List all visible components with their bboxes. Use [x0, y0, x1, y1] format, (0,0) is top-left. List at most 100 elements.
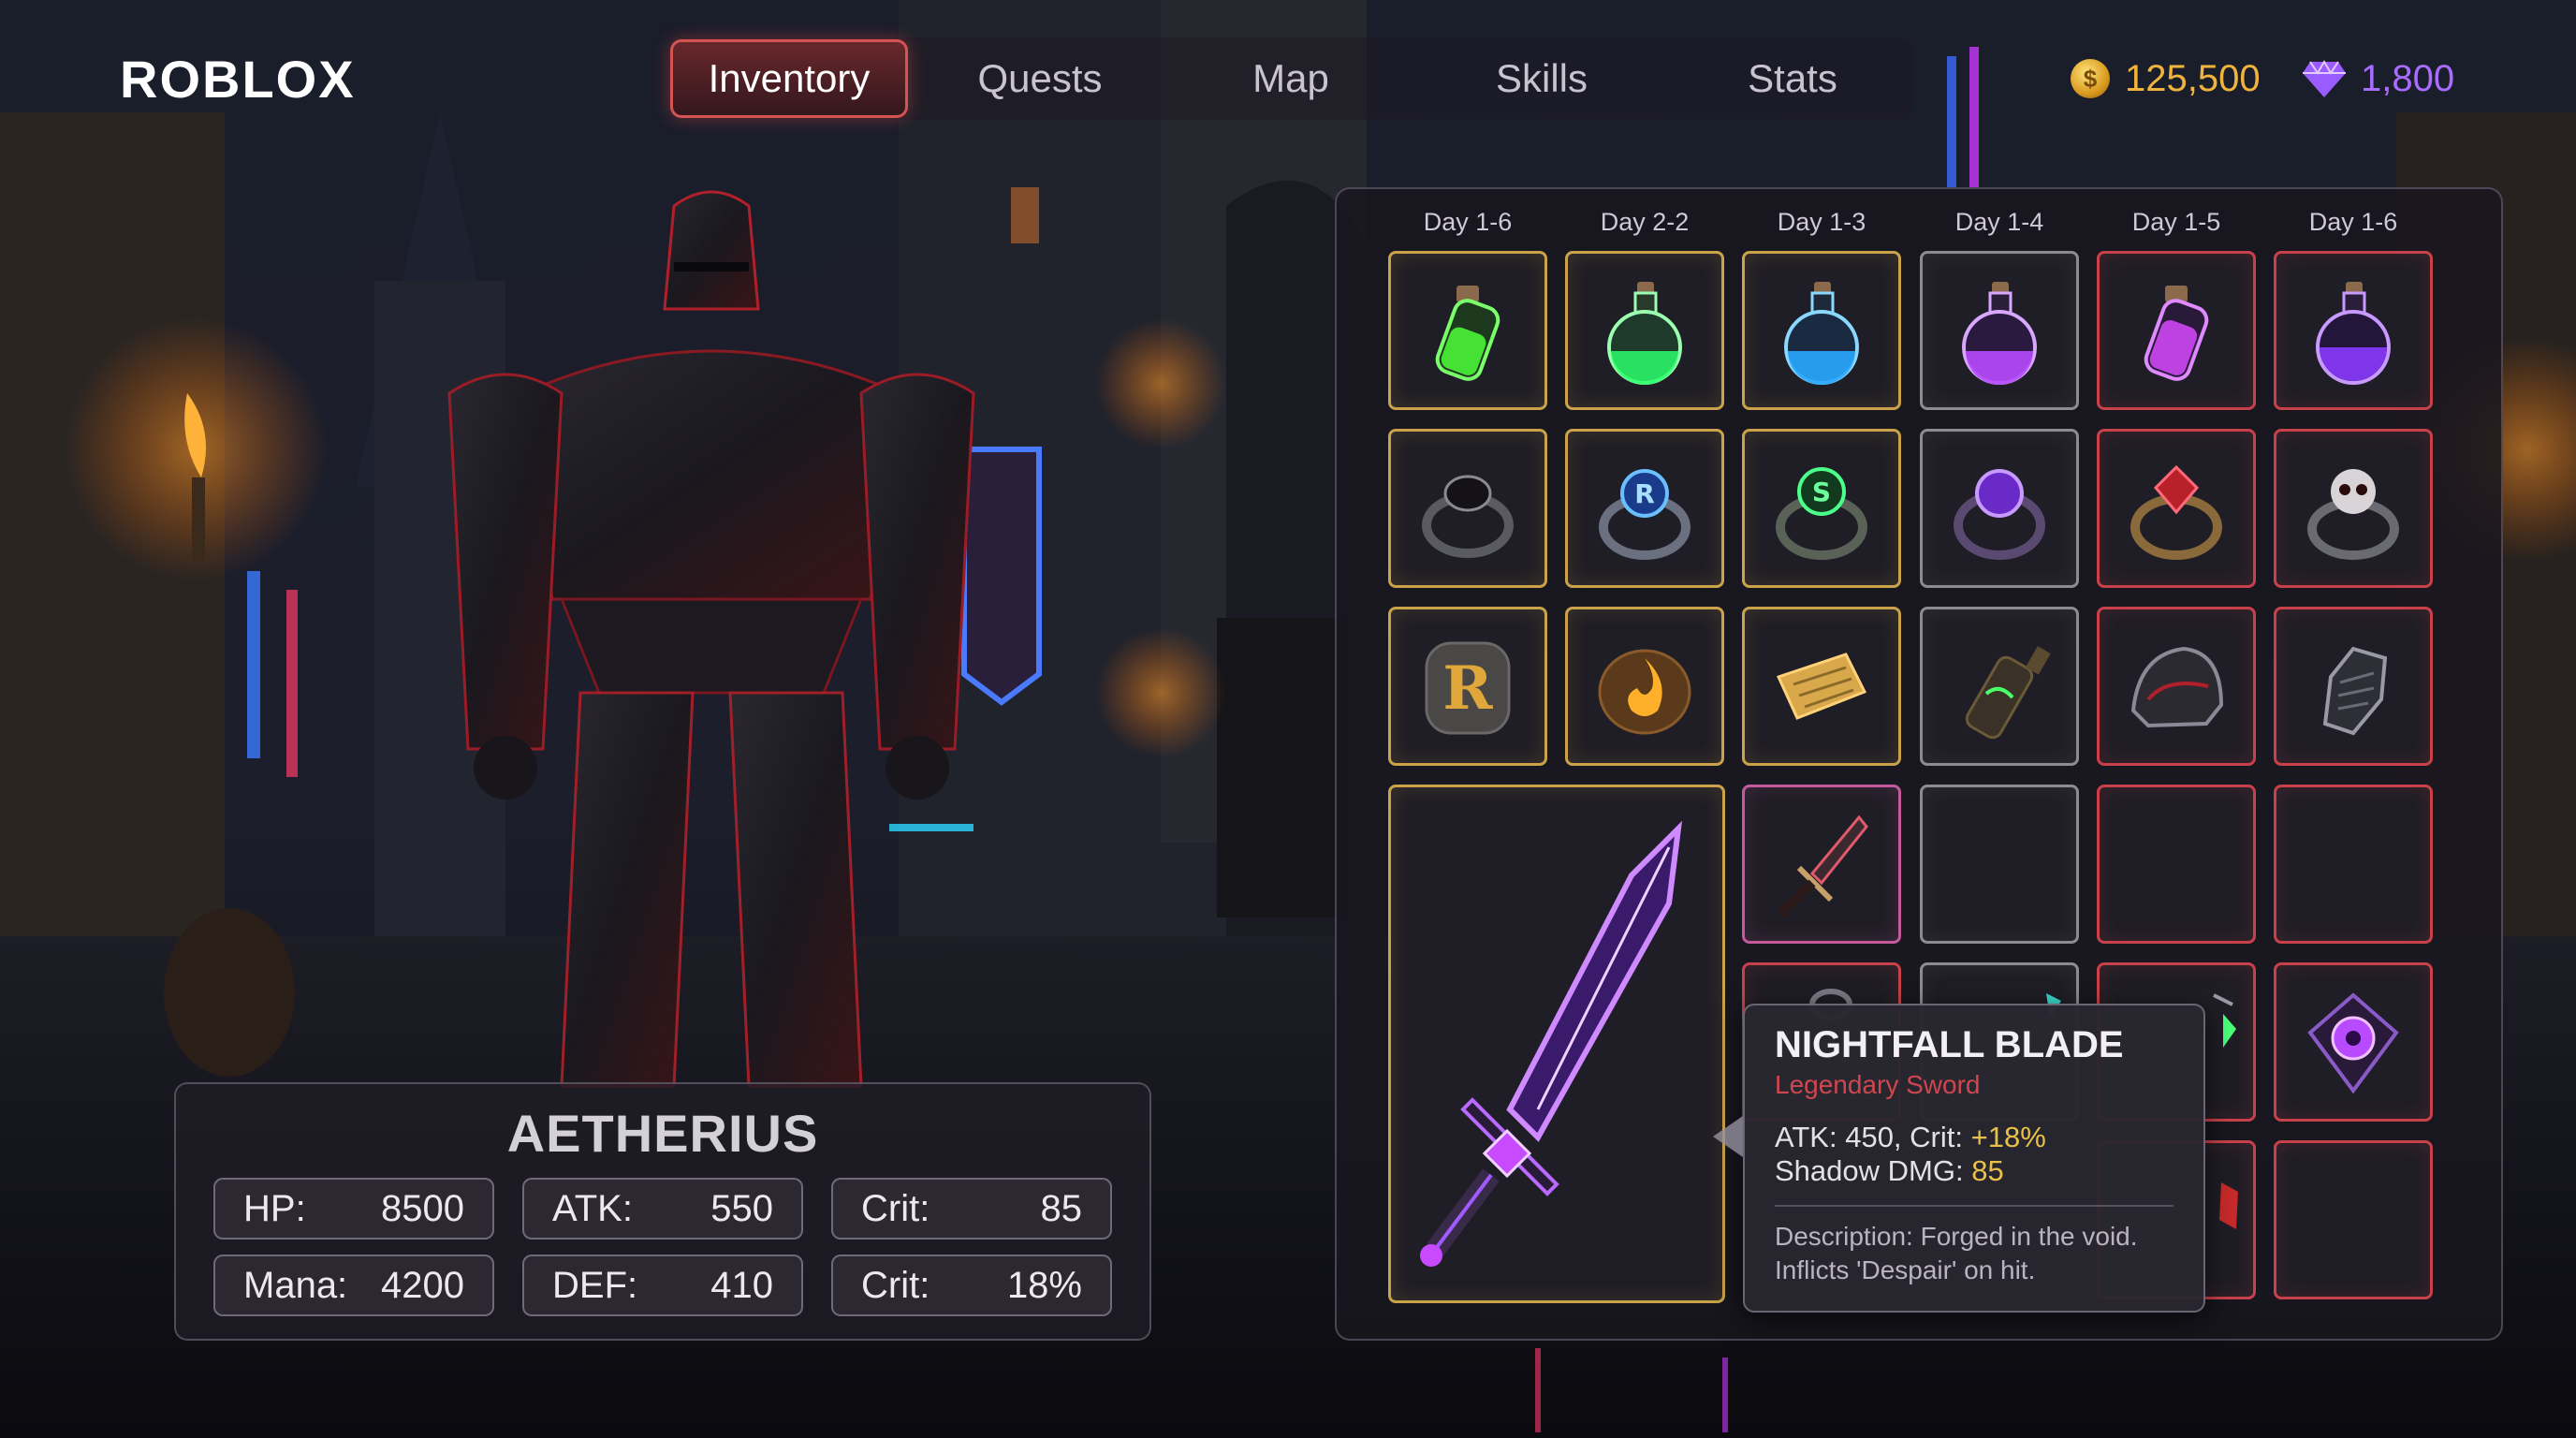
inventory-slot-cursed-bottle[interactable] — [1920, 607, 2079, 766]
inventory-slot-empty[interactable] — [2274, 785, 2433, 944]
stat-label: ATK: — [552, 1187, 633, 1229]
inventory-slot-blue-potion-flask[interactable] — [1742, 251, 1901, 410]
tooltip-divider — [1775, 1205, 2174, 1207]
void-amulet-icon — [2307, 992, 2399, 1094]
blue-rune-ring-icon: R — [1599, 469, 1690, 560]
purple-sword-icon — [1420, 820, 1683, 1267]
cursed-bottle-icon — [1965, 646, 2051, 740]
inventory-slot-shoulder-pauldron[interactable] — [2097, 607, 2256, 766]
gold-coin-icon: $ — [2071, 59, 2110, 98]
stat-value: 85 — [1040, 1187, 1083, 1229]
purple-potion-flask-icon — [1962, 282, 2037, 385]
column-header: Day 1-3 — [1777, 208, 1866, 236]
amethyst-ring-icon — [1954, 469, 2045, 560]
inventory-slot-ancient-scroll[interactable] — [1742, 607, 1901, 766]
tooltip-shadow-value: 85 — [1971, 1154, 2004, 1187]
svg-text:R: R — [1442, 653, 1493, 724]
green-potion-flask-icon — [1607, 282, 1682, 385]
stat-mana: Mana: 4200 — [213, 1255, 494, 1316]
tooltip-atk-line: ATK: 450, Crit: +18% — [1775, 1121, 2174, 1154]
stat-label: Crit: — [861, 1187, 930, 1229]
tooltip-item-name: NIGHTFALL BLADE — [1775, 1024, 2124, 1065]
green-potion-vial-icon — [1435, 286, 1500, 381]
inventory-slot-void-amulet[interactable] — [2274, 962, 2433, 1122]
column-header: Day 2-2 — [1600, 208, 1690, 236]
stat-def: DEF: 410 — [522, 1255, 803, 1316]
stat-crit: Crit: 85 — [831, 1178, 1112, 1240]
svg-text:R: R — [1634, 478, 1655, 509]
stat-atk: ATK: 550 — [522, 1178, 803, 1240]
inventory-slot-purple-potion-flask[interactable] — [1920, 251, 2079, 410]
inventory-slot-fire-essence[interactable] — [1565, 607, 1724, 766]
stat-value: 18% — [1006, 1264, 1082, 1306]
scroll-icon — [1776, 653, 1867, 720]
fire-essence-icon — [1598, 649, 1691, 735]
ruby-ring-icon — [2130, 464, 2222, 560]
inventory-slot-violet-potion-vial[interactable] — [2097, 251, 2256, 410]
inventory-slot-green-potion-flask[interactable] — [1565, 251, 1724, 410]
stat-hp: HP: 8500 — [213, 1178, 494, 1240]
tooltip-pointer — [1713, 1116, 1743, 1157]
stat-value: 410 — [710, 1264, 773, 1306]
black-ring-icon — [1422, 475, 1514, 558]
column-header: Day 1-4 — [1954, 208, 2044, 236]
violet-potion-vial-icon — [2144, 286, 2209, 381]
roblox-logo: ROBLOX — [120, 50, 356, 109]
blue-potion-flask-icon — [1784, 282, 1859, 385]
inventory-slot-ruby-ring[interactable] — [2097, 429, 2256, 588]
inventory-slot-empty[interactable] — [1920, 785, 2079, 944]
stat-label: Mana: — [243, 1264, 348, 1306]
stat-label: HP: — [243, 1187, 306, 1229]
gauntlet-icon — [2322, 646, 2388, 736]
purple-gem-icon — [2303, 60, 2346, 97]
inventory-slot-dark-purple-potion-flask[interactable] — [2274, 251, 2433, 410]
inventory-slot-blue-rune-ring[interactable]: R — [1565, 429, 1724, 588]
inventory-slot-empty[interactable] — [2274, 1140, 2433, 1299]
tooltip-atk-text: ATK: 450, Crit: — [1775, 1121, 1971, 1153]
inventory-slot-green-rune-ring[interactable]: S — [1742, 429, 1901, 588]
column-header: Day 1-6 — [2308, 208, 2398, 236]
inventory-slot-skull-ring[interactable] — [2274, 429, 2433, 588]
gem-amount: 1,800 — [2361, 57, 2455, 99]
character-name: AETHERIUS — [506, 1104, 819, 1163]
tab-skills[interactable]: Skills — [1423, 39, 1661, 118]
main-nav: Inventory Quests Map Skills Stats — [670, 37, 1911, 120]
dagger-icon — [1777, 814, 1868, 918]
inventory-slot-iron-gauntlet[interactable] — [2274, 607, 2433, 766]
column-header: Day 1-6 — [1423, 208, 1513, 236]
inventory-slot-amethyst-ring[interactable] — [1920, 429, 2079, 588]
inventory-slot-empty[interactable] — [2097, 785, 2256, 944]
tooltip-description: Description: Forged in the void. Inflict… — [1775, 1222, 2138, 1284]
rune-stone-icon: R — [1425, 641, 1511, 735]
item-tooltip: NIGHTFALL BLADE Legendary Sword ATK: 450… — [1713, 1004, 2205, 1313]
tooltip-shadow-label: Shadow DMG: — [1775, 1154, 1972, 1187]
skull-ring-icon — [2307, 469, 2399, 560]
coin-balance: $ 125,500 — [2071, 52, 2261, 105]
tooltip-crit-bonus: +18% — [1970, 1121, 2046, 1153]
inventory-slot-black-onyx-ring[interactable] — [1388, 429, 1547, 588]
stat-value: 550 — [710, 1187, 773, 1229]
inventory-slot-crimson-dagger[interactable] — [1742, 785, 1901, 944]
stat-value: 8500 — [381, 1187, 464, 1229]
tooltip-shadow-line: Shadow DMG: 85 — [1775, 1154, 2174, 1188]
green-rune-ring-icon: S — [1776, 467, 1867, 560]
pauldron-icon — [2130, 646, 2224, 728]
stat-label: Crit: — [861, 1264, 930, 1306]
tab-quests[interactable]: Quests — [921, 39, 1159, 118]
purple-potion-flask-icon — [2316, 282, 2391, 385]
tab-inventory[interactable]: Inventory — [670, 39, 908, 118]
stat-label: DEF: — [552, 1264, 638, 1306]
tooltip-item-type: Legendary Sword — [1775, 1070, 1981, 1099]
character-stats-panel: AETHERIUS HP: 8500 ATK: 550 Crit: 85 Man… — [174, 1082, 1151, 1341]
inventory-slot-nightfall-blade[interactable] — [1388, 785, 1725, 1303]
gem-balance: 1,800 — [2303, 52, 2454, 105]
column-header: Day 1-5 — [2131, 208, 2221, 236]
coin-amount: 125,500 — [2125, 57, 2261, 99]
tab-map[interactable]: Map — [1172, 39, 1410, 118]
tab-stats[interactable]: Stats — [1674, 39, 1911, 118]
stat-crit-rate: Crit: 18% — [831, 1255, 1112, 1316]
svg-text:S: S — [1812, 477, 1831, 507]
stat-value: 4200 — [381, 1264, 464, 1306]
inventory-slot-green-potion-vial[interactable] — [1388, 251, 1547, 410]
inventory-slot-rune-stone[interactable]: R — [1388, 607, 1547, 766]
